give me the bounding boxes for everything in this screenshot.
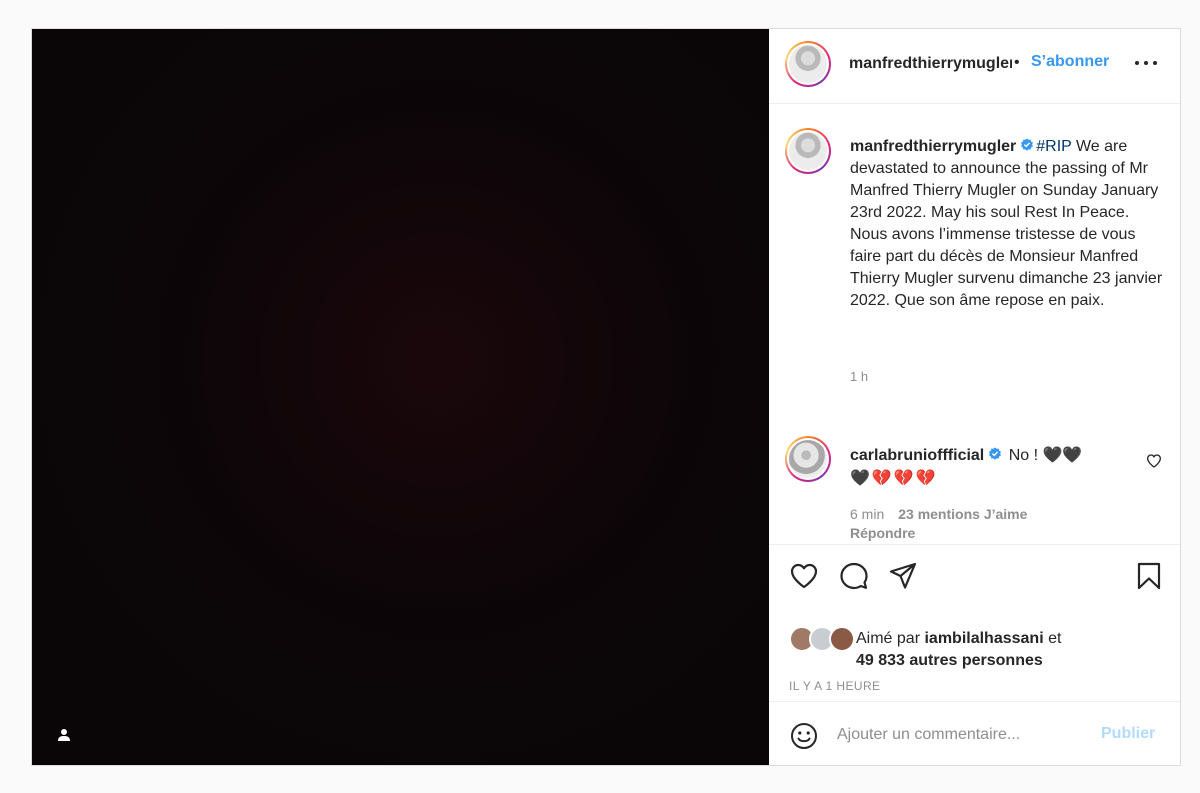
post-header: manfredthierrymugler • S’abonner	[769, 29, 1180, 104]
comment-emojis: 🖤💔💔💔	[850, 470, 938, 487]
author-username[interactable]: manfredthierrymugler	[849, 55, 1012, 73]
caption-hashtag[interactable]: #RIP	[1036, 138, 1071, 155]
emoji-icon[interactable]	[789, 721, 819, 751]
post-actions: Aimé par iambilalhassani et 49 833 autre…	[769, 544, 1180, 702]
caption-timestamp[interactable]: 1 h	[850, 369, 868, 384]
verified-badge-icon	[1021, 138, 1034, 151]
post-sidebar: manfredthierrymugler • S’abonner manfred…	[769, 29, 1180, 765]
liked-by-text: Aimé par iambilalhassani et 49 833 autre…	[856, 628, 1061, 672]
post-time-ago[interactable]: IL Y A 1 HEURE	[789, 679, 880, 693]
comment-time[interactable]: 6 min	[850, 506, 884, 522]
likes-count[interactable]: 49 833 autres personnes	[856, 652, 1043, 669]
author-avatar[interactable]	[785, 41, 831, 87]
caption-avatar[interactable]	[785, 128, 831, 174]
liked-by-connector: et	[1043, 630, 1062, 647]
comment-icon[interactable]	[839, 561, 869, 591]
liked-by-user[interactable]: iambilalhassani	[924, 630, 1043, 647]
comments-section[interactable]: manfredthierrymugler #RIP We are devastat…	[769, 104, 1180, 544]
media-dark-image	[32, 29, 769, 765]
more-options-icon[interactable]	[1135, 58, 1157, 68]
caption-text-fr: Nous avons l’immense tristesse de vous f…	[850, 226, 1163, 309]
comment-text: carlabrunioffficial No ! 🖤🖤 🖤💔💔💔	[850, 444, 1125, 490]
commenter-username[interactable]: carlabrunioffficial	[850, 447, 984, 464]
caption-username[interactable]: manfredthierrymugler	[850, 138, 1016, 155]
comment-heart-icon[interactable]	[1146, 453, 1162, 469]
reply-button[interactable]: Répondre	[850, 525, 915, 541]
bookmark-icon[interactable]	[1134, 561, 1164, 591]
post-media[interactable]	[32, 29, 769, 765]
caption-text: manfredthierrymugler #RIP We are devastat…	[850, 136, 1165, 312]
comment-meta: 6 min 23 mentions J’aime	[850, 506, 1027, 522]
liked-by-avatars[interactable]	[789, 626, 855, 652]
header-separator: •	[1014, 54, 1020, 71]
commenter-avatar[interactable]	[785, 436, 831, 482]
heart-icon[interactable]	[789, 561, 819, 591]
add-comment-bar: Publier	[769, 701, 1180, 766]
verified-badge-icon	[989, 447, 1002, 460]
comment-input[interactable]	[837, 720, 1087, 750]
comment-likes[interactable]: 23 mentions J’aime	[898, 506, 1027, 522]
follow-button[interactable]: S’abonner	[1031, 53, 1109, 71]
liked-by-prefix: Aimé par	[856, 630, 925, 647]
user-tag-icon[interactable]	[54, 725, 74, 745]
share-icon[interactable]	[888, 561, 918, 591]
publish-button[interactable]: Publier	[1101, 725, 1155, 743]
instagram-post: manfredthierrymugler • S’abonner manfred…	[31, 28, 1181, 766]
comment-body: No ! 🖤🖤	[1008, 447, 1083, 464]
